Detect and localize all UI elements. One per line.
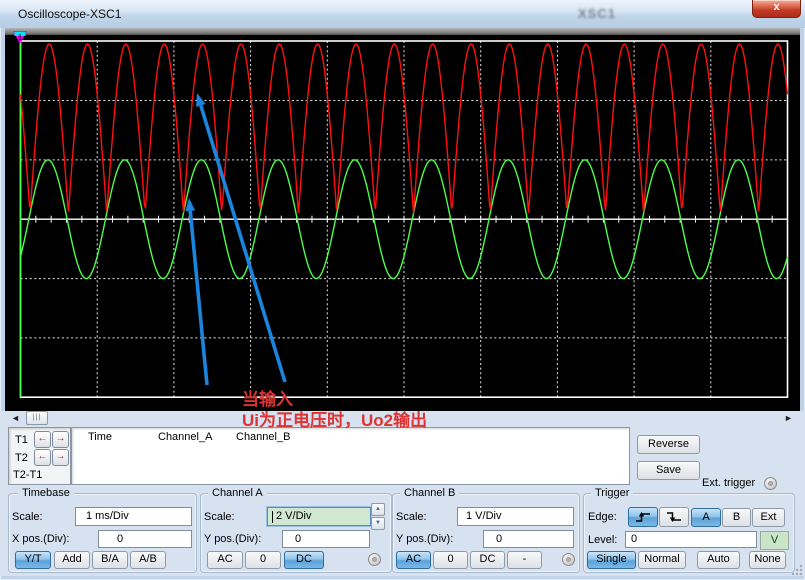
yt-button[interactable]: Y/T [15, 551, 51, 569]
scrollbar-left-icon[interactable]: ◄ [11, 413, 20, 423]
close-icon: x [773, 1, 779, 13]
channel-a-title: Channel A [208, 487, 267, 499]
channel-a-dc-button[interactable]: DC [284, 551, 324, 569]
left-arrow-icon: ← [38, 433, 48, 444]
channel-a-ypos-input[interactable]: 0 [282, 530, 370, 548]
scope-display[interactable] [5, 28, 800, 411]
channel-b-minus-button[interactable]: - [507, 551, 542, 569]
timebase-title: Timebase [18, 487, 74, 499]
channel-b-title: Channel B [400, 487, 459, 499]
xpos-input[interactable]: 0 [98, 530, 192, 548]
t2-right-button[interactable]: → [52, 449, 69, 466]
timebase-scale-label: Scale: [12, 511, 43, 523]
falling-edge-icon [665, 511, 683, 523]
close-button[interactable]: x [752, 0, 801, 18]
t1-label: T1 [15, 434, 28, 446]
channel-b-scale-input[interactable]: 1 V/Div [457, 507, 574, 526]
rising-edge-icon [634, 511, 652, 523]
trigger-title: Trigger [591, 487, 633, 499]
level-input[interactable]: 0 [625, 531, 757, 548]
trigger-ext-button[interactable]: Ext [752, 508, 785, 527]
ext-trigger-label: Ext. trigger [702, 477, 755, 489]
edge-label: Edge: [588, 511, 617, 523]
t1-right-button[interactable]: → [52, 431, 69, 448]
title-bar[interactable]: Oscilloscope-XSC1 XSC1 x [0, 0, 805, 28]
col-channel-a: Channel_A [158, 431, 212, 443]
trigger-b-button[interactable]: B [722, 508, 751, 527]
trigger-a-button[interactable]: A [691, 508, 721, 527]
channel-a-scale-spinner[interactable]: ▲ ▼ [371, 503, 385, 527]
spinner-up-icon[interactable]: ▲ [371, 503, 385, 516]
annotation-text: 当输入 Ui为正电压时，Uo2输出 [242, 389, 427, 431]
level-unit-select[interactable]: V [760, 531, 789, 550]
channel-a-ac-button[interactable]: AC [207, 551, 243, 569]
channel-b-dc-button[interactable]: DC [470, 551, 505, 569]
channel-a-led [368, 553, 381, 566]
resize-grip[interactable] [792, 564, 803, 575]
auto-button[interactable]: Auto [697, 551, 740, 569]
channel-b-ypos-input[interactable]: 0 [483, 530, 574, 548]
cursor-controls: T1 ← → T2 ← → T2-T1 [8, 427, 71, 485]
scrollbar-thumb[interactable]: ||| [26, 411, 48, 425]
channel-a-scale-input[interactable]: 2 V/Div [267, 507, 371, 526]
channel-a-scale-value: 2 V/Div [276, 510, 311, 522]
right-arrow-icon: → [56, 451, 66, 462]
falling-edge-button[interactable] [659, 507, 689, 527]
left-arrow-icon: ← [38, 451, 48, 462]
ab-button[interactable]: A/B [130, 551, 166, 569]
col-channel-b: Channel_B [236, 431, 290, 443]
window-title: Oscilloscope-XSC1 [18, 7, 121, 21]
level-label: Level: [588, 534, 617, 546]
scope-bezel [5, 28, 800, 35]
channel-b-0-button[interactable]: 0 [433, 551, 468, 569]
channel-a-scale-label: Scale: [204, 511, 235, 523]
rising-edge-button[interactable] [628, 507, 658, 527]
channel-a-ypos-label: Y pos.(Div): [204, 533, 261, 545]
text-caret [272, 511, 273, 523]
annotation-line1: 当输入 [242, 389, 427, 410]
xpos-label: X pos.(Div): [12, 533, 69, 545]
t1-left-button[interactable]: ← [34, 431, 51, 448]
cursor-readout-list [71, 427, 630, 485]
t2-t1-label: T2-T1 [13, 469, 42, 481]
ba-button[interactable]: B/A [92, 551, 128, 569]
none-button[interactable]: None [749, 551, 786, 569]
channel-b-scale-label: Scale: [396, 511, 427, 523]
channel-b-led [562, 553, 575, 566]
add-button[interactable]: Add [54, 551, 90, 569]
annotation-line2: Ui为正电压时，Uo2输出 [242, 410, 427, 431]
ext-trigger-led[interactable] [764, 477, 777, 490]
normal-button[interactable]: Normal [638, 551, 686, 569]
col-time: Time [88, 431, 112, 443]
save-button[interactable]: Save [637, 461, 700, 480]
channel-b-ypos-label: Y pos.(Div): [396, 533, 453, 545]
spinner-down-icon[interactable]: ▼ [371, 517, 385, 530]
right-arrow-icon: → [56, 433, 66, 444]
reverse-button[interactable]: Reverse [637, 435, 700, 454]
single-button[interactable]: Single [587, 551, 636, 569]
xsc1-watermark: XSC1 [578, 6, 616, 21]
scrollbar-right-icon[interactable]: ► [784, 413, 793, 423]
timebase-scale-input[interactable]: 1 ms/Div [75, 507, 192, 526]
oscilloscope-window: Oscilloscope-XSC1 XSC1 x 1 当输入 Ui为正电压时，U… [0, 0, 805, 580]
t2-label: T2 [15, 452, 28, 464]
t2-left-button[interactable]: ← [34, 449, 51, 466]
channel-b-ac-button[interactable]: AC [396, 551, 431, 569]
channel-a-0-button[interactable]: 0 [245, 551, 281, 569]
